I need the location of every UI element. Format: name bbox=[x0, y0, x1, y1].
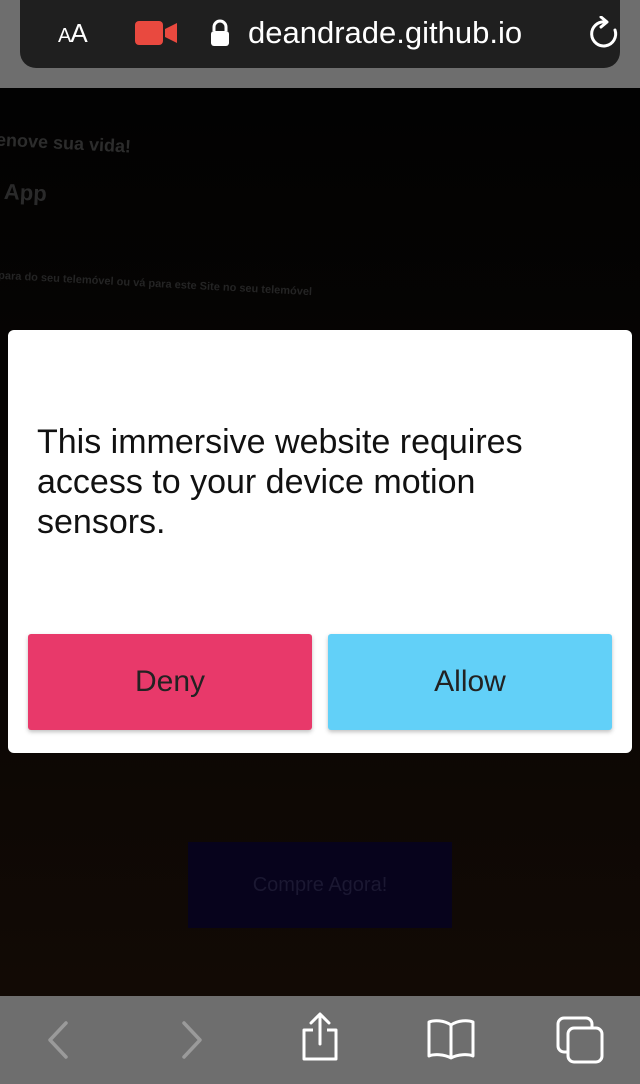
browser-top-bar: AA deandrade.github.io bbox=[0, 0, 640, 88]
allow-button[interactable]: Allow bbox=[328, 634, 612, 730]
reload-icon[interactable] bbox=[588, 15, 622, 57]
dialog-message: This immersive website requires access t… bbox=[37, 423, 523, 541]
url-text[interactable]: deandrade.github.io bbox=[248, 15, 522, 51]
address-bar[interactable]: AA deandrade.github.io bbox=[20, 0, 620, 68]
permission-dialog: This immersive website requires access t… bbox=[8, 330, 632, 753]
page: AA deandrade.github.io enove sua vida! A… bbox=[0, 0, 640, 1084]
url-domain: deandrade.github.io bbox=[248, 15, 523, 50]
tabs-icon[interactable] bbox=[556, 1016, 604, 1069]
share-icon[interactable] bbox=[300, 1012, 340, 1067]
bg-app-title: App bbox=[3, 178, 48, 207]
text-size-icon[interactable]: AA bbox=[58, 18, 88, 49]
bookmarks-icon[interactable] bbox=[426, 1018, 476, 1065]
bg-headline: enove sua vida! bbox=[0, 129, 132, 157]
browser-toolbar bbox=[0, 996, 640, 1084]
camera-recording-icon[interactable] bbox=[135, 21, 177, 50]
lock-icon bbox=[210, 19, 230, 52]
back-icon[interactable] bbox=[44, 1020, 72, 1065]
buy-now-button: Compre Agora! bbox=[188, 842, 452, 928]
forward-icon[interactable] bbox=[178, 1020, 206, 1065]
bg-instructions: para do seu telemóvel ou vá para este Si… bbox=[0, 269, 313, 299]
deny-button[interactable]: Deny bbox=[28, 634, 312, 730]
